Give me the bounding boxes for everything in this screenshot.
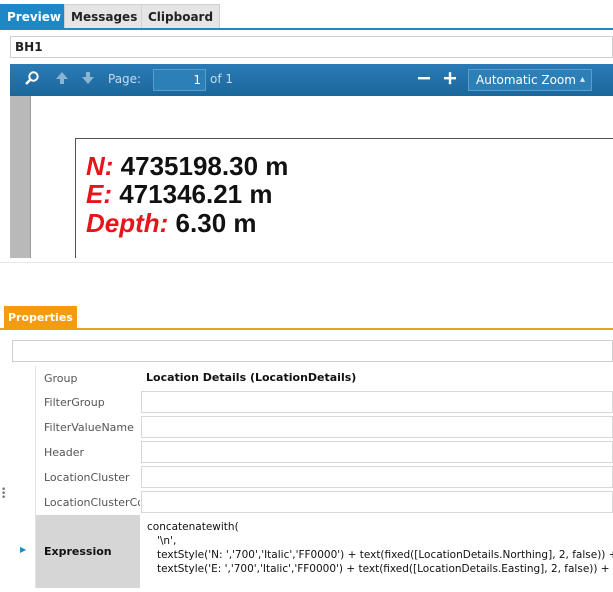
page-count-label: of 1 xyxy=(210,72,234,86)
property-value-filtervaluename[interactable] xyxy=(141,416,613,438)
row-gutter xyxy=(12,415,36,440)
drag-handle-icon[interactable]: • • • xyxy=(1,486,6,503)
panel-divider xyxy=(0,262,613,263)
property-grid: Group Location Details (LocationDetails)… xyxy=(12,366,613,592)
property-name: FilterGroup xyxy=(36,390,140,415)
pdf-page: N: 4735198.30 m E: 471346.21 m Depth: 6.… xyxy=(75,138,613,258)
zoom-select[interactable]: Automatic Zoom ▴▾ xyxy=(468,69,592,105)
viewer-sidebar xyxy=(10,96,31,258)
property-row-group[interactable]: Group Location Details (LocationDetails) xyxy=(12,366,613,390)
property-value-locationcluster[interactable] xyxy=(141,466,613,488)
row-gutter xyxy=(12,465,36,490)
row-gutter xyxy=(12,390,36,415)
depth-label: Depth: xyxy=(86,208,169,238)
property-name: LocationCluster xyxy=(36,465,140,490)
easting-value: 471346.21 m xyxy=(112,179,273,209)
property-value-header[interactable] xyxy=(141,441,613,463)
tab-properties[interactable]: Properties xyxy=(4,306,77,330)
next-page-icon[interactable] xyxy=(78,70,98,90)
northing-value: 4735198.30 m xyxy=(113,151,289,181)
northing-label: N: xyxy=(86,151,114,181)
row-gutter xyxy=(12,440,36,465)
property-name: Group xyxy=(36,366,140,390)
expression-editor[interactable]: concatenatewith( '\n', textStyle('N: ','… xyxy=(141,515,613,588)
page-label: Page: xyxy=(108,72,142,86)
row-gutter xyxy=(12,366,36,390)
expression-line: textStyle('N: ','700','Italic','FF0000')… xyxy=(147,549,613,561)
zoom-select-value: Automatic Zoom xyxy=(476,73,576,87)
row-gutter xyxy=(12,490,36,515)
easting-label: E: xyxy=(86,179,112,209)
search-icon[interactable] xyxy=(22,70,42,90)
expression-line: textStyle('E: ','700','Italic','FF0000')… xyxy=(147,563,613,575)
pdf-viewer[interactable]: N: 4735198.30 m E: 471346.21 m Depth: 6.… xyxy=(10,96,613,258)
property-row-locationclusterco[interactable]: LocationClusterCo xyxy=(12,490,613,515)
top-tab-bar: Preview Messages (0) Clipboard xyxy=(0,0,613,30)
page-number-input[interactable]: 1 xyxy=(153,69,206,91)
properties-tab-bar: Properties xyxy=(0,306,613,330)
property-row-filtervaluename[interactable]: FilterValueName xyxy=(12,415,613,440)
property-name: Expression xyxy=(36,515,140,588)
tab-clipboard[interactable]: Clipboard xyxy=(141,4,221,28)
row-gutter: ▶ xyxy=(12,515,36,588)
borehole-field[interactable]: BH1 xyxy=(10,36,613,58)
row-selected-icon: ▶ xyxy=(20,545,27,554)
zoom-in-icon[interactable] xyxy=(440,70,460,90)
depth-line: Depth: 6.30 m xyxy=(86,208,257,239)
property-row-expression[interactable]: ▶ Expression concatenatewith( '\n', text… xyxy=(12,515,613,588)
property-name: LocationClusterCo xyxy=(36,490,140,515)
previous-page-icon[interactable] xyxy=(52,70,72,90)
pdf-toolbar: Page: 1 of 1 Automatic Zoom ▴▾ xyxy=(10,64,613,105)
depth-value: 6.30 m xyxy=(168,208,257,238)
tab-preview[interactable]: Preview xyxy=(0,4,69,28)
zoom-out-icon[interactable] xyxy=(414,70,434,90)
property-value-group[interactable]: Location Details (LocationDetails) xyxy=(141,367,613,388)
properties-search-input[interactable] xyxy=(12,340,613,362)
property-value-locationclusterco[interactable] xyxy=(141,491,613,513)
property-row-filtergroup[interactable]: FilterGroup xyxy=(12,390,613,415)
property-name: Header xyxy=(36,440,140,465)
property-value-filtergroup[interactable] xyxy=(141,391,613,413)
easting-line: E: 471346.21 m xyxy=(86,179,272,210)
property-name: FilterValueName xyxy=(36,415,140,440)
property-row-header[interactable]: Header xyxy=(12,440,613,465)
northing-line: N: 4735198.30 m xyxy=(86,151,288,182)
expression-line: '\n', xyxy=(147,535,177,547)
property-row-locationcluster[interactable]: LocationCluster xyxy=(12,465,613,490)
expression-line: concatenatewith( xyxy=(147,521,239,533)
